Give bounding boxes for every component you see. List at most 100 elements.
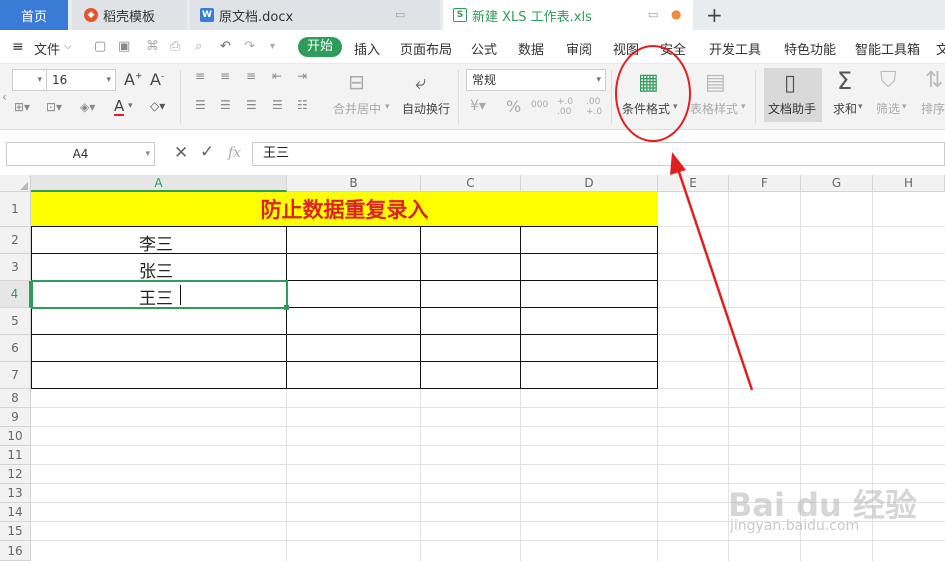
row-header[interactable]: 5 (0, 308, 31, 335)
sheet-title-cell[interactable]: 防止数据重复录入 (31, 192, 658, 227)
chevron-down-icon[interactable]: ⌵ (64, 41, 72, 52)
currency-icon[interactable]: ¥▾ (470, 98, 486, 114)
font-color-icon[interactable]: A (114, 98, 125, 116)
menu-insert[interactable]: 插入 (354, 39, 380, 58)
tab-monitor-icon[interactable]: ▭ (395, 8, 405, 21)
new-tab-button[interactable]: + (706, 3, 723, 27)
column-header-h[interactable]: H (873, 175, 945, 192)
row-header[interactable]: 15 (0, 522, 31, 541)
distributed-icon[interactable]: ☷ (297, 98, 308, 112)
font-size-select[interactable]: 16 ▾ (46, 69, 116, 91)
align-right-icon[interactable]: ☰ (246, 98, 257, 112)
row-header[interactable]: 12 (0, 465, 31, 484)
menu-review[interactable]: 审阅 (566, 39, 592, 58)
fill-handle[interactable] (284, 305, 289, 310)
print-icon[interactable]: ⎙ (170, 39, 180, 54)
cancel-icon[interactable]: ✕ (174, 143, 188, 163)
align-top-icon[interactable]: ≡ (195, 69, 205, 83)
thousands-button[interactable]: 000 (531, 100, 548, 110)
align-middle-icon[interactable]: ≡ (220, 69, 230, 83)
tab-monitor-icon[interactable]: ▭ (648, 8, 658, 21)
menu-special[interactable]: 特色功能 (784, 39, 836, 58)
cell-a3[interactable]: 张三 (139, 257, 173, 282)
menu-formula[interactable]: 公式 (471, 39, 497, 58)
column-header-g[interactable]: G (801, 175, 873, 192)
row-header[interactable]: 7 (0, 362, 31, 389)
hamburger-icon[interactable]: ≡ (12, 39, 24, 55)
fill-color-icon[interactable]: ◈▾ (80, 100, 95, 114)
row-header[interactable]: 2 (0, 227, 31, 254)
function-icon[interactable]: fx (228, 145, 241, 161)
row-header[interactable]: 9 (0, 408, 31, 427)
cell-style-icon[interactable]: ⊡▾ (46, 100, 62, 114)
column-header-d[interactable]: D (521, 175, 658, 192)
tab-template[interactable]: ◆ 稻壳模板 (72, 0, 187, 30)
menu-data[interactable]: 数据 (518, 39, 544, 58)
decrease-font-icon[interactable]: A- (150, 70, 164, 89)
align-center-icon[interactable]: ☰ (220, 98, 231, 112)
tab-home[interactable]: 首页 (0, 0, 68, 30)
row-header[interactable]: 16 (0, 541, 31, 561)
align-left-icon[interactable]: ☰ (195, 98, 206, 112)
align-bottom-icon[interactable]: ≡ (246, 69, 256, 83)
increase-font-icon[interactable]: A+ (124, 70, 143, 89)
row-header[interactable]: 10 (0, 427, 31, 446)
name-box[interactable]: A4 ▾ (6, 142, 155, 166)
chevron-down-icon[interactable]: ▾ (858, 102, 863, 112)
number-format-select[interactable]: 常规 ▾ (466, 69, 606, 91)
sum-button[interactable]: 求和 (833, 100, 857, 117)
menu-more[interactable]: 文 (936, 39, 945, 58)
outdent-icon[interactable]: ⇤ (272, 69, 282, 83)
chevron-down-icon[interactable]: ▾ (128, 101, 133, 111)
sort-button[interactable]: 排序 (921, 100, 945, 117)
menu-start[interactable]: 开始 (298, 37, 342, 57)
column-header-e[interactable]: E (658, 175, 729, 192)
table-style-button[interactable]: 表格样式 (690, 100, 738, 117)
chevron-down-icon[interactable]: ▾ (902, 102, 907, 112)
row-header[interactable]: 14 (0, 503, 31, 522)
save-icon[interactable]: ▣ (118, 39, 130, 54)
row-header-active[interactable]: 4 (0, 281, 31, 308)
column-header-a[interactable]: A (31, 175, 287, 192)
chevron-down-icon[interactable]: ▾ (741, 102, 746, 112)
menu-page-layout[interactable]: 页面布局 (400, 39, 452, 58)
filter-button[interactable]: 筛选 (876, 100, 900, 117)
cell-a2[interactable]: 李三 (139, 230, 173, 255)
column-header-c[interactable]: C (421, 175, 521, 192)
row-header[interactable]: 3 (0, 254, 31, 281)
row-header[interactable]: 11 (0, 446, 31, 465)
confirm-icon[interactable]: ✓ (200, 142, 214, 162)
column-header-f[interactable]: F (729, 175, 801, 192)
decrease-decimal-button[interactable]: .00 +.0 (586, 97, 606, 117)
tab-document[interactable]: W 原文档.docx ▭ (190, 0, 440, 30)
row-header[interactable]: 1 (0, 192, 31, 227)
quick-access-dropdown-icon[interactable]: ▾ (270, 41, 275, 52)
tab-workbook[interactable]: S 新建 XLS 工作表.xls ▭ ● (443, 0, 693, 30)
row-header[interactable]: 8 (0, 389, 31, 408)
menu-developer[interactable]: 开发工具 (709, 39, 761, 58)
menu-smart-toolbox[interactable]: 智能工具箱 (855, 39, 920, 58)
column-header-b[interactable]: B (287, 175, 421, 192)
select-all-corner[interactable] (0, 175, 31, 192)
increase-decimal-button[interactable]: +.0 .00 (557, 97, 577, 117)
row-header[interactable]: 6 (0, 335, 31, 362)
wrap-text-button[interactable]: 自动换行 (402, 100, 450, 117)
indent-icon[interactable]: ⇥ (297, 69, 307, 83)
chevron-down-icon[interactable]: ▾ (385, 102, 390, 112)
format-painter-icon[interactable]: ⌘ (146, 39, 159, 54)
menu-file[interactable]: 文件 (34, 39, 60, 58)
row-header[interactable]: 13 (0, 484, 31, 503)
doc-assistant-button[interactable]: ▯ 文档助手 (764, 68, 822, 122)
undo-icon[interactable]: ↶ (220, 39, 231, 54)
redo-icon[interactable]: ↷ (244, 39, 255, 54)
justify-icon[interactable]: ☰ (272, 98, 283, 112)
ribbon-scroll-left-icon[interactable]: ‹ (2, 90, 7, 104)
percent-button[interactable]: % (506, 97, 521, 116)
borders-icon[interactable]: ⊞▾ (14, 100, 30, 114)
print-preview-icon[interactable]: ⌕ (195, 39, 202, 54)
formula-input[interactable]: 王三 (252, 142, 945, 166)
clear-format-icon[interactable]: ◇▾ (150, 99, 165, 113)
open-folder-icon[interactable]: ▢ (94, 39, 106, 54)
font-name-select[interactable]: ▾ (12, 69, 46, 91)
merge-center-button[interactable]: 合并居中 (333, 100, 381, 117)
